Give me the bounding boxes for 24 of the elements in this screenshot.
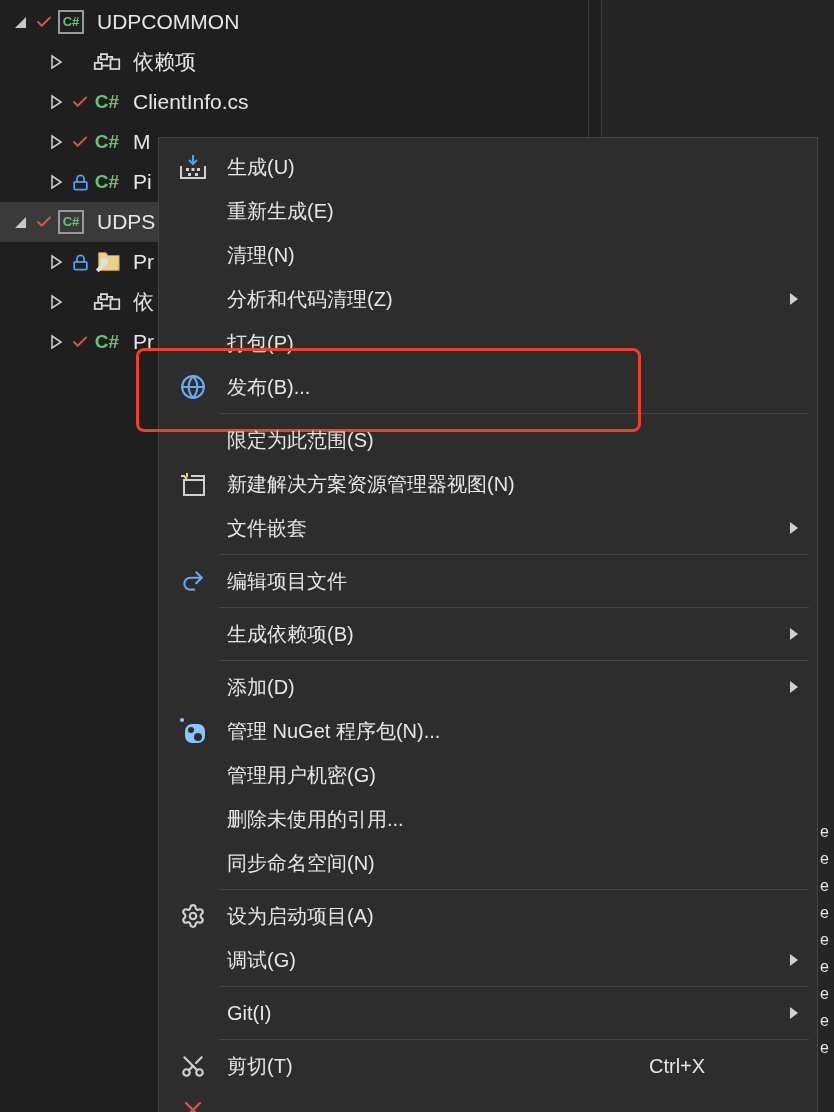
list-text: e	[820, 1011, 830, 1031]
list-text: e	[820, 876, 830, 896]
list-text: e	[820, 984, 830, 1004]
tree-item-label: Pr	[133, 250, 154, 274]
csharp-file-icon: C#	[94, 171, 120, 193]
tree-item-label: ClientInfo.cs	[133, 90, 249, 114]
tree-item-label: Pr	[133, 330, 154, 354]
csharp-project-icon: C#	[57, 210, 85, 234]
csharp-file-icon: C#	[94, 331, 120, 353]
tree-item-label: 依	[133, 289, 154, 315]
list-text: e	[820, 957, 830, 977]
list-text: e	[820, 930, 830, 950]
tree-item-label: M	[133, 130, 151, 154]
tree-item-label: Pi	[133, 170, 152, 194]
csharp-file-icon: C#	[94, 131, 120, 153]
list-text: e	[820, 822, 830, 842]
tree-item-label: 依赖项	[133, 49, 196, 75]
csharp-file-icon: C#	[94, 91, 120, 113]
csharp-project-icon: C#	[57, 10, 85, 34]
list-text: e	[820, 849, 830, 869]
list-text: e	[820, 1038, 830, 1058]
list-text: e	[820, 903, 830, 923]
tree-item-label: UDPCOMMON	[97, 10, 240, 34]
tree-item-label: UDPS	[97, 210, 156, 234]
